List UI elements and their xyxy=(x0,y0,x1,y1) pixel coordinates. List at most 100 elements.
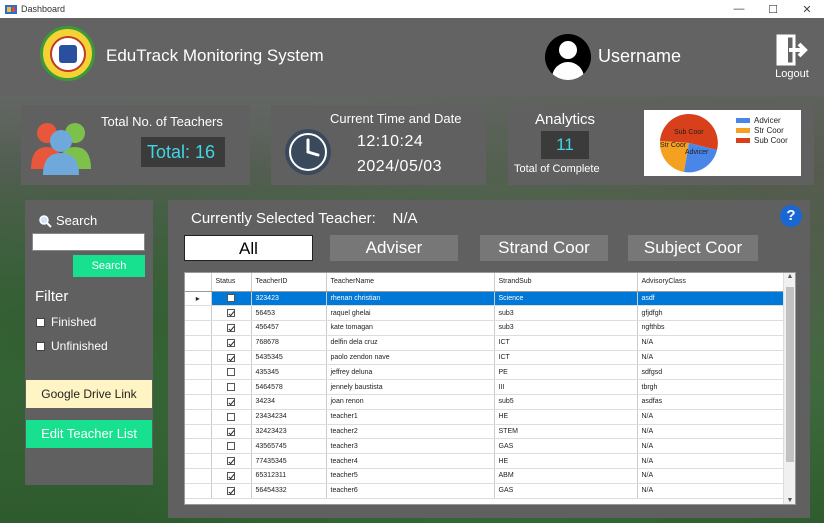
tab-subject-coor[interactable]: Subject Coor xyxy=(628,235,758,261)
strand-sub-cell[interactable]: ABM xyxy=(494,468,638,484)
status-checkbox[interactable] xyxy=(227,323,235,332)
status-cell[interactable] xyxy=(211,364,252,381)
scroll-thumb[interactable] xyxy=(786,287,794,462)
table-row[interactable]: 435345 jeffrey deluna PE sdfgsd xyxy=(185,364,786,381)
strand-sub-cell[interactable]: sub3 xyxy=(494,305,638,322)
strand-sub-cell[interactable]: ICT xyxy=(494,335,638,351)
advisory-class-cell[interactable]: tbrgh xyxy=(637,379,786,396)
status-checkbox[interactable] xyxy=(227,397,235,406)
status-cell[interactable] xyxy=(211,468,252,484)
advisory-class-cell[interactable]: sdfgsd xyxy=(637,364,786,381)
scroll-up-icon[interactable]: ▲ xyxy=(784,273,795,280)
teacher-name-cell[interactable]: paolo zendon nave xyxy=(326,350,495,366)
status-checkbox[interactable] xyxy=(227,457,235,466)
row-header[interactable] xyxy=(185,379,212,396)
table-row[interactable]: 768678 delfin dela cruz ICT N/A xyxy=(185,335,786,351)
teacher-name-cell[interactable]: delfin dela cruz xyxy=(326,335,495,351)
strand-sub-cell[interactable]: ICT xyxy=(494,350,638,366)
strand-sub-cell[interactable]: GAS xyxy=(494,438,638,455)
advisory-class-cell[interactable]: asdf xyxy=(637,291,786,307)
teacher-name-cell[interactable]: kate tomagan xyxy=(326,320,495,336)
status-checkbox[interactable] xyxy=(227,294,235,303)
status-cell[interactable] xyxy=(211,350,252,366)
status-checkbox[interactable] xyxy=(227,368,235,377)
table-row[interactable]: 56453 raquel ghelai sub3 gfjdfgh xyxy=(185,305,786,322)
teacher-id-cell[interactable]: 5435345 xyxy=(251,350,327,366)
column-header-teacherid[interactable]: TeacherID xyxy=(251,273,327,292)
grid-scrollbar[interactable]: ▲ ▼ xyxy=(783,273,795,504)
teacher-name-cell[interactable]: joan renon xyxy=(326,394,495,410)
row-header[interactable] xyxy=(185,468,212,484)
strand-sub-cell[interactable]: Science xyxy=(494,291,638,307)
status-cell[interactable] xyxy=(211,379,252,396)
row-header[interactable] xyxy=(185,335,212,351)
strand-sub-cell[interactable]: HE xyxy=(494,409,638,425)
status-cell[interactable] xyxy=(211,438,252,455)
teacher-name-cell[interactable]: teacher1 xyxy=(326,409,495,425)
teacher-name-cell[interactable]: jennely baustista xyxy=(326,379,495,396)
table-row[interactable]: 56454332 teacher6 GAS N/A xyxy=(185,483,786,499)
table-row[interactable]: 32423423 teacher2 STEM N/A xyxy=(185,424,786,440)
teacher-id-cell[interactable]: 23434234 xyxy=(251,409,327,425)
advisory-class-cell[interactable]: gfjdfgh xyxy=(637,305,786,322)
advisory-class-cell[interactable]: N/A xyxy=(637,438,786,455)
search-input[interactable] xyxy=(32,233,145,251)
teacher-id-cell[interactable]: 435345 xyxy=(251,364,327,381)
scroll-down-icon[interactable]: ▼ xyxy=(784,497,795,504)
teacher-id-cell[interactable]: 56453 xyxy=(251,305,327,322)
status-cell[interactable] xyxy=(211,320,252,336)
teacher-data-grid[interactable]: Status TeacherID TeacherName StrandSub A… xyxy=(184,272,796,505)
row-header[interactable] xyxy=(185,438,212,455)
teacher-id-cell[interactable]: 56454332 xyxy=(251,483,327,499)
status-cell[interactable] xyxy=(211,305,252,322)
teacher-name-cell[interactable]: teacher2 xyxy=(326,424,495,440)
advisory-class-cell[interactable]: N/A xyxy=(637,350,786,366)
status-cell[interactable] xyxy=(211,394,252,410)
strand-sub-cell[interactable]: sub3 xyxy=(494,320,638,336)
table-row[interactable]: 34234 joan renon sub5 asdfas xyxy=(185,394,786,410)
table-row[interactable]: 65312311 teacher5 ABM N/A xyxy=(185,468,786,484)
table-row[interactable]: 43565745 teacher3 GAS N/A xyxy=(185,438,786,455)
teacher-name-cell[interactable]: jeffrey deluna xyxy=(326,364,495,381)
strand-sub-cell[interactable]: III xyxy=(494,379,638,396)
teacher-id-cell[interactable]: 65312311 xyxy=(251,468,327,484)
table-row[interactable]: 23434234 teacher1 HE N/A xyxy=(185,409,786,425)
minimize-button[interactable]: — xyxy=(722,3,756,16)
status-checkbox[interactable] xyxy=(227,412,235,421)
teacher-id-cell[interactable]: 34234 xyxy=(251,394,327,410)
row-header[interactable]: ▸ xyxy=(185,291,212,307)
row-header[interactable] xyxy=(185,453,212,470)
finished-checkbox[interactable]: Finished xyxy=(36,315,96,329)
row-header[interactable] xyxy=(185,409,212,425)
teacher-name-cell[interactable]: rhenan christian xyxy=(326,291,495,307)
user-avatar-icon[interactable] xyxy=(545,34,591,80)
unfinished-checkbox[interactable]: Unfinished xyxy=(36,339,108,353)
advisory-class-cell[interactable]: N/A xyxy=(637,409,786,425)
advisory-class-cell[interactable]: N/A xyxy=(637,335,786,351)
table-row[interactable]: ▸ 323423 rhenan christian Science asdf xyxy=(185,291,786,307)
column-header-teachername[interactable]: TeacherName xyxy=(326,273,495,292)
column-header-strandsub[interactable]: StrandSub xyxy=(494,273,638,292)
teacher-name-cell[interactable]: teacher4 xyxy=(326,453,495,470)
column-header-status[interactable]: Status xyxy=(211,273,252,292)
status-checkbox[interactable] xyxy=(227,338,235,347)
google-drive-link-button[interactable]: Google Drive Link xyxy=(26,380,152,408)
strand-sub-cell[interactable]: PE xyxy=(494,364,638,381)
column-header-advisoryclass[interactable]: AdvisoryClass xyxy=(637,273,786,292)
status-cell[interactable] xyxy=(211,424,252,440)
teacher-name-cell[interactable]: raquel ghelai xyxy=(326,305,495,322)
tab-all[interactable]: All xyxy=(184,235,313,261)
row-header[interactable] xyxy=(185,483,212,499)
teacher-id-cell[interactable]: 768678 xyxy=(251,335,327,351)
status-checkbox[interactable] xyxy=(227,427,235,436)
status-checkbox[interactable] xyxy=(227,486,235,495)
close-button[interactable]: ✕ xyxy=(790,3,824,16)
teacher-id-cell[interactable]: 77435345 xyxy=(251,453,327,470)
row-header[interactable] xyxy=(185,394,212,410)
status-cell[interactable] xyxy=(211,409,252,425)
teacher-id-cell[interactable]: 32423423 xyxy=(251,424,327,440)
row-header[interactable] xyxy=(185,364,212,381)
teacher-id-cell[interactable]: 323423 xyxy=(251,291,327,307)
strand-sub-cell[interactable]: STEM xyxy=(494,424,638,440)
row-header[interactable] xyxy=(185,424,212,440)
